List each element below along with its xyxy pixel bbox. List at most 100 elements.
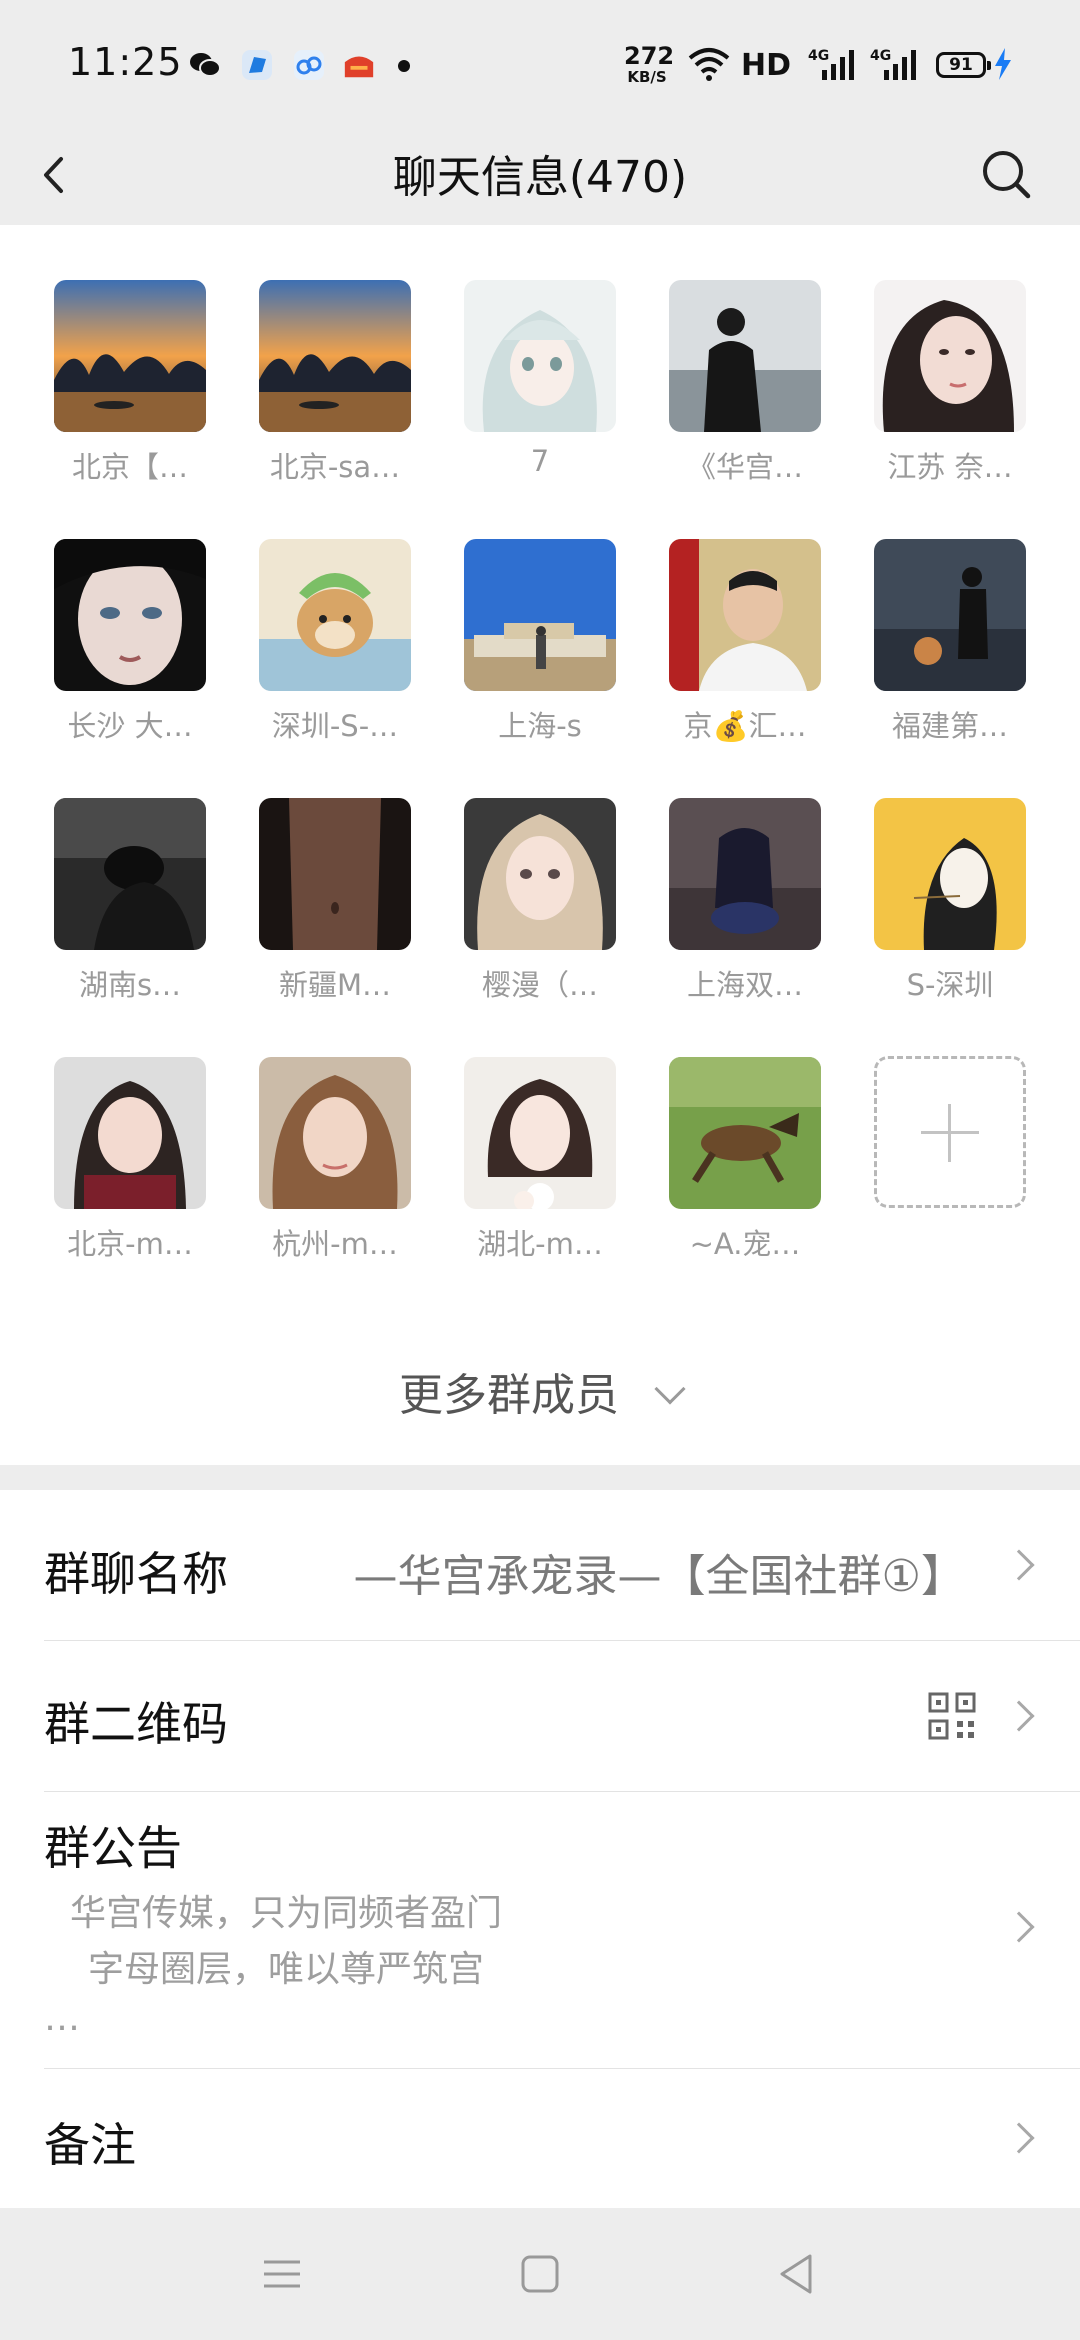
notice-line-3: …: [44, 1998, 80, 2039]
signal-4g-icon: 4G: [808, 48, 854, 80]
member-avatar: [464, 280, 616, 432]
member-avatar: [54, 280, 206, 432]
member-item[interactable]: 湖南s…: [54, 798, 206, 1004]
page-title: 聊天信息(470): [392, 152, 688, 203]
member-name: ~A.宠…: [689, 1227, 801, 1261]
member-name: 北京【…: [71, 450, 188, 484]
member-name: 长沙 大…: [67, 709, 193, 743]
member-item[interactable]: 江苏 奈…: [874, 280, 1026, 486]
member-name: 新疆M…: [278, 968, 392, 1002]
svg-text:4G: 4G: [808, 48, 829, 64]
member-name: 湖南s…: [78, 968, 182, 1002]
member-avatar: [54, 1057, 206, 1209]
notice-line-2: 字母圈层，唯以尊严筑宫: [88, 1949, 485, 1990]
chevron-right-icon: [1003, 1911, 1035, 1943]
remark-label: 备注: [44, 2118, 136, 2172]
members-panel: 北京【… 北京-sa… 7 《华宫… 江苏 奈… 长沙 大… 深圳-S-… 上海-s 京💰汇… 福…: [0, 225, 1080, 1465]
charging-icon: [995, 48, 1011, 80]
member-name: 7: [530, 444, 550, 478]
member-name: 上海-s: [498, 709, 582, 743]
member-avatar: [54, 539, 206, 691]
system-nav-bar: [0, 2208, 1080, 2340]
member-avatar: [259, 280, 411, 432]
member-item[interactable]: 福建第…: [874, 539, 1026, 745]
member-item[interactable]: S-深圳: [874, 798, 1026, 1004]
status-bar: 11:25 272 KB/S HD 4G 4G 91: [0, 0, 1080, 130]
network-speed: 272 KB/S: [624, 42, 675, 86]
red-app-icon: [344, 56, 374, 78]
group-qr-row[interactable]: 群二维码: [0, 1641, 1080, 1791]
group-notice-label: 群公告: [44, 1821, 182, 1875]
member-name: 北京-m…: [67, 1227, 193, 1261]
member-avatar: [874, 798, 1026, 950]
more-members-button[interactable]: 更多群成员: [0, 1361, 1080, 1431]
remark-row[interactable]: 备注: [0, 2069, 1080, 2208]
member-name: S-深圳: [906, 968, 994, 1002]
member-name: 杭州-m…: [272, 1227, 398, 1261]
member-name: 京💰汇…: [683, 709, 807, 743]
member-name: 福建第…: [891, 709, 1008, 743]
battery-icon: 91: [936, 52, 991, 78]
member-name: 上海双…: [686, 968, 803, 1002]
member-avatar: [464, 798, 616, 950]
member-name: 《华宫…: [686, 450, 803, 484]
member-item[interactable]: 长沙 大…: [54, 539, 206, 745]
chevron-right-icon: [1003, 1700, 1035, 1732]
hd-indicator: HD: [741, 48, 792, 83]
home-icon[interactable]: [520, 2254, 560, 2294]
member-name: 湖北-m…: [477, 1227, 603, 1261]
group-name-label: 群聊名称: [44, 1547, 228, 1601]
member-item[interactable]: 湖北-m…: [464, 1057, 616, 1263]
member-item[interactable]: 杭州-m…: [259, 1057, 411, 1263]
plus-icon: [874, 1056, 1026, 1208]
search-icon[interactable]: [972, 140, 1042, 210]
member-item[interactable]: ~A.宠…: [669, 1057, 821, 1263]
more-notifications-dot: [398, 60, 410, 72]
settings-list: 群聊名称 —华宫承宠录—【全国社群①】 群二维码 群公告 华宫传媒，只为同频者盈…: [0, 1490, 1080, 2208]
group-name-row[interactable]: 群聊名称 —华宫承宠录—【全国社群①】: [0, 1490, 1080, 1640]
member-item[interactable]: 7: [464, 280, 616, 478]
member-item[interactable]: 北京【…: [54, 280, 206, 486]
group-qr-label: 群二维码: [44, 1697, 228, 1751]
member-avatar: [259, 798, 411, 950]
qr-code-icon: [928, 1692, 976, 1740]
status-time: 11:25: [68, 40, 183, 84]
group-name-value: —华宫承宠录—【全国社群①】: [353, 1551, 965, 1602]
chevron-right-icon: [1003, 1549, 1035, 1581]
chevron-down-icon: [654, 1373, 686, 1405]
member-name: 樱漫（…: [481, 968, 598, 1002]
chevron-right-icon: [1003, 2122, 1035, 2154]
member-item[interactable]: 上海双…: [669, 798, 821, 1004]
member-avatar: [669, 539, 821, 691]
signal-4g-icon: 4G: [870, 48, 916, 80]
member-item[interactable]: 上海-s: [464, 539, 616, 745]
back-triangle-icon[interactable]: [776, 2252, 816, 2296]
wechat-icon: [190, 53, 221, 77]
member-avatar: [259, 1057, 411, 1209]
member-avatar: [259, 539, 411, 691]
member-item[interactable]: 深圳-S-…: [259, 539, 411, 745]
member-item[interactable]: 北京-m…: [54, 1057, 206, 1263]
member-avatar: [874, 280, 1026, 432]
member-avatar: [669, 1057, 821, 1209]
member-item[interactable]: 《华宫…: [669, 280, 821, 486]
member-avatar: [669, 280, 821, 432]
member-item[interactable]: 新疆M…: [259, 798, 411, 1004]
member-item[interactable]: 北京-sa…: [259, 280, 411, 486]
member-item[interactable]: 樱漫（…: [464, 798, 616, 1004]
cloud-app-icon: [294, 50, 324, 80]
member-item[interactable]: 京💰汇…: [669, 539, 821, 745]
wifi-icon: [688, 48, 730, 81]
member-name: 江苏 奈…: [887, 450, 1013, 484]
member-avatar: [874, 539, 1026, 691]
notice-line-1: 华宫传媒，只为同频者盈门: [70, 1893, 503, 1934]
member-avatar: [464, 1057, 616, 1209]
blue-app-icon: [242, 50, 272, 80]
member-name: 深圳-S-…: [271, 709, 399, 743]
add-member-button[interactable]: [874, 1056, 1026, 1208]
nav-bar: 聊天信息(470): [0, 130, 1080, 225]
menu-icon[interactable]: [262, 2254, 302, 2294]
group-notice-row[interactable]: 群公告 华宫传媒，只为同频者盈门 字母圈层，唯以尊严筑宫 …: [0, 1792, 1080, 2068]
member-avatar: [54, 798, 206, 950]
member-avatar: [464, 539, 616, 691]
